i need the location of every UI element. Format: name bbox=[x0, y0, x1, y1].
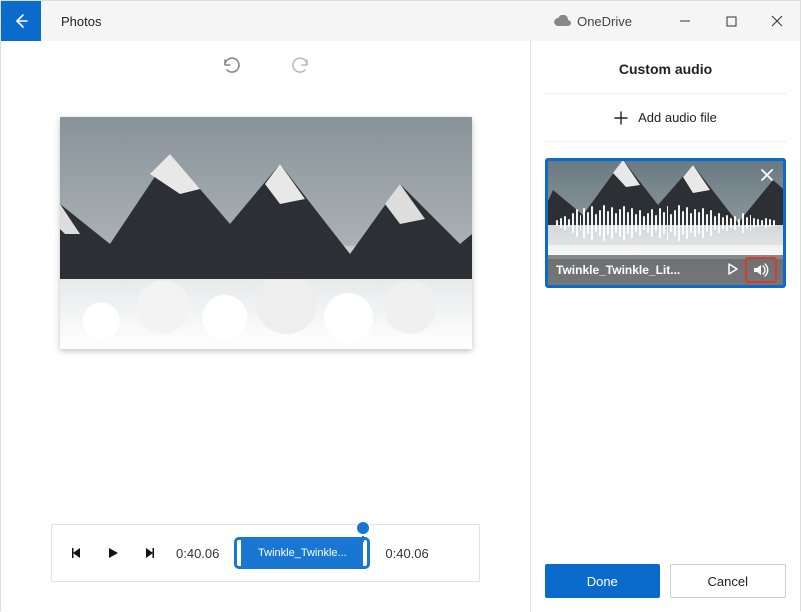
add-audio-button[interactable]: Add audio file bbox=[545, 94, 786, 142]
cancel-button[interactable]: Cancel bbox=[670, 564, 787, 598]
frame-forward-icon bbox=[142, 546, 156, 560]
back-button[interactable] bbox=[1, 1, 41, 41]
add-audio-label: Add audio file bbox=[638, 110, 717, 125]
volume-icon bbox=[752, 262, 770, 278]
cancel-label: Cancel bbox=[708, 574, 748, 589]
panel-title: Custom audio bbox=[545, 61, 786, 94]
close-window-button[interactable] bbox=[754, 1, 800, 41]
timeline-controls: 0:40.06 Twinkle_Twinkle... 0:40.06 bbox=[51, 524, 480, 582]
onedrive-button[interactable]: OneDrive bbox=[553, 14, 632, 29]
video-preview[interactable] bbox=[60, 117, 472, 349]
done-label: Done bbox=[587, 574, 618, 589]
play-button[interactable] bbox=[98, 538, 128, 568]
app-title: Photos bbox=[61, 14, 101, 29]
minimize-button[interactable] bbox=[662, 1, 708, 41]
mountain-illustration bbox=[60, 134, 472, 294]
plus-icon bbox=[614, 111, 628, 125]
waveform bbox=[556, 203, 775, 243]
close-icon bbox=[759, 167, 775, 183]
undo-button[interactable] bbox=[219, 54, 241, 79]
close-icon bbox=[771, 15, 783, 27]
title-bar: Photos OneDrive bbox=[1, 1, 800, 41]
editor-pane: 0:40.06 Twinkle_Twinkle... 0:40.06 bbox=[1, 41, 531, 612]
frame-back-icon bbox=[70, 546, 84, 560]
undo-icon bbox=[219, 54, 241, 76]
maximize-icon bbox=[726, 16, 737, 27]
minimize-icon bbox=[679, 15, 691, 27]
window-controls bbox=[662, 1, 800, 41]
play-outline-icon bbox=[725, 262, 739, 276]
custom-audio-panel: Custom audio Add audio file Twinkle_Twin… bbox=[531, 41, 800, 612]
audio-clip-name: Twinkle_Twinkle_Lit... bbox=[556, 263, 717, 277]
timeline-clip-label: Twinkle_Twinkle... bbox=[258, 547, 347, 559]
play-icon bbox=[106, 546, 120, 560]
playhead-handle[interactable] bbox=[357, 522, 369, 534]
onedrive-label: OneDrive bbox=[577, 14, 632, 29]
timeline-clip[interactable]: Twinkle_Twinkle... bbox=[237, 540, 367, 566]
cloud-icon bbox=[553, 15, 571, 27]
redo-button[interactable] bbox=[291, 54, 313, 79]
audio-clip-card[interactable]: Twinkle_Twinkle_Lit... bbox=[545, 158, 786, 288]
remove-audio-button[interactable] bbox=[759, 167, 775, 186]
preview-audio-button[interactable] bbox=[725, 262, 739, 279]
arrow-left-icon bbox=[13, 13, 29, 29]
timeline-time-start: 0:40.06 bbox=[176, 546, 219, 561]
frame-back-button[interactable] bbox=[62, 538, 92, 568]
redo-icon bbox=[291, 54, 313, 76]
frame-forward-button[interactable] bbox=[134, 538, 164, 568]
volume-button[interactable] bbox=[747, 259, 775, 281]
timeline-time-end: 0:40.06 bbox=[385, 546, 428, 561]
done-button[interactable]: Done bbox=[545, 564, 660, 598]
maximize-button[interactable] bbox=[708, 1, 754, 41]
